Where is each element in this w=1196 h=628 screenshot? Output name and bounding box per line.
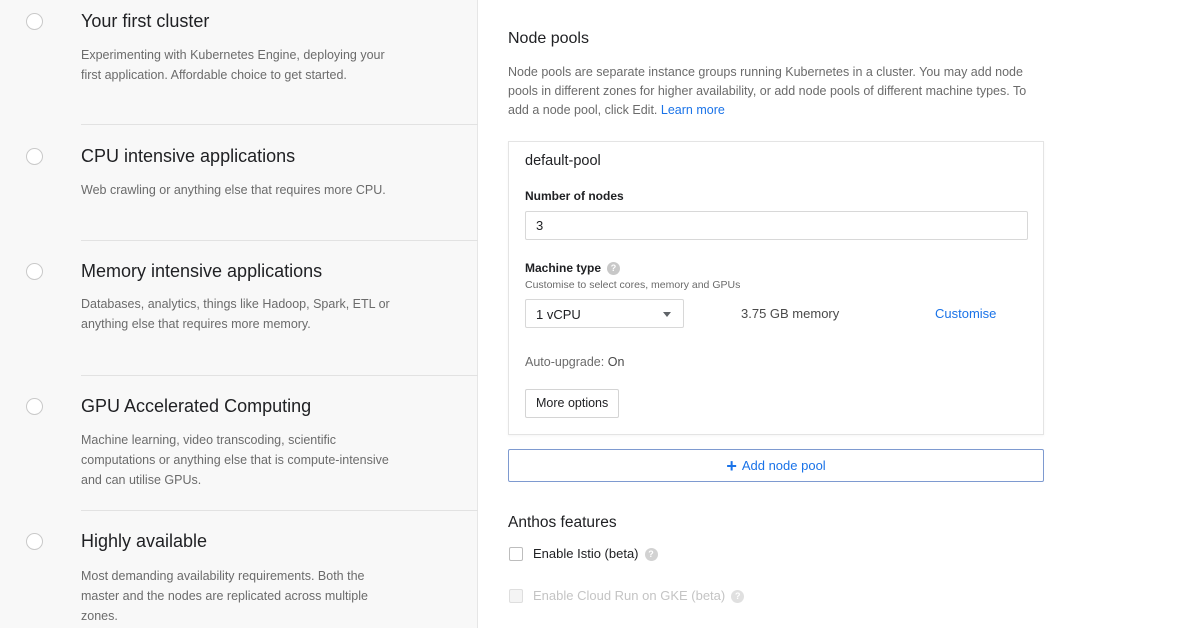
auto-upgrade-value: On bbox=[607, 355, 625, 369]
add-node-pool-button[interactable]: + Add node pool bbox=[508, 449, 1044, 482]
more-options-button[interactable]: More options bbox=[525, 389, 620, 418]
radio-highly-available[interactable] bbox=[26, 533, 43, 550]
enable-cloud-run-text: Enable Cloud Run on GKE (beta) bbox=[533, 588, 726, 603]
help-icon[interactable]: ? bbox=[731, 590, 745, 604]
template-desc: Machine learning, video transcoding, sci… bbox=[81, 433, 389, 487]
plus-icon: + bbox=[726, 455, 737, 476]
radio-cpu-intensive[interactable] bbox=[26, 148, 43, 165]
memory-readout: 3.75 GB memory bbox=[741, 306, 840, 321]
default-pool-card: default-pool Number of nodes Machine typ… bbox=[508, 141, 1044, 435]
customise-link[interactable]: Customise bbox=[935, 306, 996, 321]
template-divider bbox=[81, 510, 478, 511]
radio-first-cluster[interactable] bbox=[26, 13, 43, 30]
machine-type-hint: Customise to select cores, memory and GP… bbox=[525, 279, 741, 291]
node-pools-desc-text: Node pools are separate instance groups … bbox=[508, 65, 1027, 117]
radio-gpu-accelerated[interactable] bbox=[26, 398, 43, 415]
template-divider bbox=[81, 124, 478, 125]
radio-memory-intensive[interactable] bbox=[26, 263, 43, 280]
template-title: GPU Accelerated Computing bbox=[81, 396, 312, 416]
number-of-nodes-label: Number of nodes bbox=[525, 189, 624, 203]
template-title: Highly available bbox=[81, 531, 208, 551]
template-title: CPU intensive applications bbox=[81, 146, 296, 166]
template-title: Memory intensive applications bbox=[81, 261, 323, 281]
template-desc: Most demanding availability requirements… bbox=[81, 569, 368, 623]
enable-istio-checkbox[interactable] bbox=[509, 547, 523, 561]
auto-upgrade-status: Auto-upgrade: On bbox=[525, 355, 624, 369]
help-icon[interactable]: ? bbox=[644, 548, 658, 562]
cluster-templates-panel: Your first cluster Experimenting with Ku… bbox=[0, 0, 478, 628]
enable-istio-text: Enable Istio (beta) bbox=[533, 546, 639, 561]
node-pools-description: Node pools are separate instance groups … bbox=[508, 63, 1038, 120]
template-desc: Experimenting with Kubernetes Engine, de… bbox=[81, 48, 385, 82]
template-desc: Web crawling or anything else that requi… bbox=[81, 183, 386, 197]
machine-type-label-text: Machine type bbox=[525, 261, 602, 275]
help-icon[interactable]: ? bbox=[607, 262, 621, 276]
template-divider bbox=[81, 240, 478, 241]
enable-istio-label[interactable]: Enable Istio (beta)? bbox=[533, 546, 658, 562]
number-of-nodes-input[interactable] bbox=[525, 211, 1028, 240]
learn-more-link[interactable]: Learn more bbox=[661, 103, 725, 117]
template-divider bbox=[81, 375, 478, 376]
machine-type-label: Machine type? bbox=[525, 261, 621, 276]
add-node-pool-label: Add node pool bbox=[741, 458, 826, 473]
template-title: Your first cluster bbox=[81, 11, 210, 31]
template-desc: Databases, analytics, things like Hadoop… bbox=[81, 297, 390, 331]
pool-name: default-pool bbox=[525, 153, 601, 169]
enable-cloud-run-checkbox bbox=[509, 589, 523, 603]
anthos-features-heading: Anthos features bbox=[508, 514, 617, 531]
machine-type-value: 1 vCPU bbox=[536, 307, 581, 322]
enable-cloud-run-label: Enable Cloud Run on GKE (beta)? bbox=[533, 588, 745, 604]
chevron-down-icon bbox=[663, 312, 671, 317]
node-pools-heading: Node pools bbox=[508, 30, 589, 47]
auto-upgrade-label: Auto-upgrade: bbox=[525, 355, 605, 369]
machine-type-select[interactable]: 1 vCPU bbox=[525, 299, 684, 328]
